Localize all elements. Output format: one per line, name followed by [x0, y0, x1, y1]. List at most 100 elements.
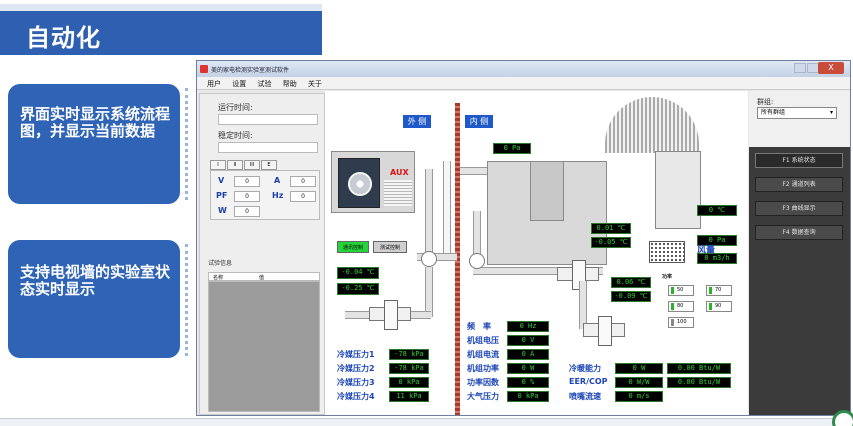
grid-col-name: 名称 [213, 275, 224, 281]
mid-temp-1: 0.06 ℃ [611, 277, 651, 288]
pressure-value-4: 11 kPa [389, 391, 429, 402]
eer-cop-value: 0 W/W [615, 377, 663, 388]
param-label-current: 机组电流 [467, 350, 499, 359]
chevron-down-icon: ▾ [829, 109, 833, 116]
power-legend: 功率 50 70 80 90 100 [662, 273, 748, 339]
pressure-value-3: 0 kPa [389, 377, 429, 388]
fan-icon [348, 172, 372, 196]
param-value-power-factor: 0 % [507, 377, 549, 388]
callout-tv-wall: 支持电视墙的实验室状态实时显示 [8, 240, 180, 358]
param-label-power-factor: 功率因数 [467, 378, 499, 387]
meter-label-pf: PF [216, 191, 228, 200]
condenser-fins [384, 180, 412, 206]
tab-phase-2[interactable]: II [227, 160, 243, 170]
expansion-valve-icon [369, 300, 411, 330]
bypass-valve-icon [583, 316, 625, 346]
left-panel: 运行时间: 稳定时间: I II III E V 0 A 0 PF 0 Hz 0… [199, 93, 325, 415]
slide-title: 自动化 [26, 24, 101, 52]
callout-divider [185, 244, 189, 356]
indoor-coil [530, 161, 564, 221]
airflow-readout: 0 m3/h [697, 253, 737, 264]
air-duct-coil [605, 97, 699, 153]
menu-user[interactable]: 用户 [207, 80, 221, 88]
legend-title: 功率 [662, 274, 673, 280]
pressure-label-2: 冷媒压力2 [337, 364, 375, 373]
param-value-power: 0 W [507, 363, 549, 374]
param-label-voltage: 机组电压 [467, 336, 499, 345]
outdoor-fan-grille [338, 158, 380, 208]
capacity-value-w: 0 W [615, 363, 663, 374]
legend-item-50: 50 [668, 285, 694, 296]
meter-value-w: 0 [234, 206, 260, 217]
nozzle-speed-value: 0 m/s [615, 391, 663, 402]
group-selector-area: 群组: 所有群组 ▾ [749, 91, 850, 147]
param-label-frequency: 频 率 [467, 322, 491, 331]
outside-label: 外 侧 [403, 115, 431, 128]
param-label-power: 机组功率 [467, 364, 499, 373]
nozzle-speed-label: 喷嘴流速 [569, 392, 601, 401]
pressure-value-2: -78 kPa [389, 363, 429, 374]
minimize-button[interactable] [794, 63, 806, 73]
meter-value-pf: 0 [234, 191, 260, 202]
corner-logo-icon [832, 410, 853, 426]
menu-help[interactable]: 帮助 [283, 80, 297, 88]
stable-time-label: 稳定时间: [218, 131, 253, 140]
meter-value-v: 0 [234, 176, 260, 187]
app-window: 美的家电检测实验室测试软件 X 用户 设置 试验 帮助 关于 运行时间: 稳定时… [196, 60, 851, 416]
tab-phase-3[interactable]: III [244, 160, 260, 170]
test-control-button[interactable]: 测试控制 [373, 241, 407, 253]
menu-bar: 用户 设置 试验 帮助 关于 [197, 77, 850, 90]
menu-settings[interactable]: 设置 [232, 80, 246, 88]
pressure-label-1: 冷媒压力1 [337, 350, 375, 359]
nav-system-status[interactable]: F1 系统状态 [755, 153, 843, 168]
param-value-voltage: 0 V [507, 335, 549, 346]
callout-divider [185, 88, 189, 200]
meter-label-hz: Hz [272, 191, 284, 200]
refrigerant-pipe [425, 169, 433, 259]
nav-curve-display[interactable]: F3 曲线显示 [755, 201, 843, 216]
legend-item-100: 100 [668, 317, 694, 328]
pressure-gauge-icon [469, 253, 485, 269]
menu-about[interactable]: 关于 [308, 80, 322, 88]
stable-time-field [218, 142, 318, 153]
eer-cop-label: EER/COP [569, 377, 608, 386]
meter-label-v: V [218, 176, 225, 185]
app-icon [200, 65, 208, 73]
comm-control-button[interactable]: 通讯控制 [337, 241, 369, 253]
right-nav-panel: 群组: 所有群组 ▾ F1 系统状态 F2 通道列表 F3 曲线显示 F4 数据查… [749, 91, 850, 415]
info-grid-body[interactable] [208, 281, 320, 412]
indoor-temp-1: 0.01 ℃ [591, 223, 631, 234]
close-button[interactable]: X [818, 62, 844, 74]
window-title: 美的家电检测实验室测试软件 [211, 67, 290, 74]
menu-test[interactable]: 试验 [257, 80, 271, 88]
tab-phase-1[interactable]: I [210, 160, 226, 170]
run-time-field [218, 114, 318, 125]
param-label-atm-pressure: 大气压力 [467, 392, 499, 401]
nozzle-vent-icon [649, 241, 685, 263]
refrigerant-pipe [425, 267, 433, 317]
pressure-value-1: -78 kPa [389, 349, 429, 360]
param-value-atm-pressure: 0 kPa [507, 391, 549, 402]
grid-col-value: 值 [259, 275, 265, 281]
mid-temp-2: -0.09 ℃ [611, 291, 651, 302]
group-label: 群组: [757, 98, 774, 106]
meter-label-a: A [274, 176, 281, 185]
air-sampler-hood [655, 151, 701, 229]
sampler-temp-readout: 0 ℃ [697, 205, 737, 216]
test-info-label: 试验信息 [208, 260, 233, 267]
indoor-pressure-readout: 0 Pa [493, 143, 531, 154]
capacity-label: 冷暖能力 [569, 364, 601, 373]
nav-data-query[interactable]: F4 数据查询 [755, 225, 843, 240]
refrigerant-pipe [579, 281, 587, 329]
outdoor-temp-1: -0.04 ℃ [337, 267, 379, 279]
brand-logo: AUX [390, 168, 409, 177]
window-titlebar: 美的家电检测实验室测试软件 X [197, 61, 850, 77]
callout-flowchart: 界面实时显示系统流程图，并显示当前数据 [8, 84, 180, 204]
system-flow-diagram: 外 侧 内 侧 AUX 通讯控制 测试控制 -0.04 ℃ -0.25 ℃ 0 … [325, 91, 748, 415]
nav-channel-list[interactable]: F2 通道列表 [755, 177, 843, 192]
pressure-label-4: 冷媒压力4 [337, 392, 375, 401]
capacity-value-btu: 0.00 Btu/W [667, 363, 731, 374]
group-select[interactable]: 所有群组 ▾ [757, 107, 837, 119]
tab-phase-e[interactable]: E [261, 160, 277, 170]
param-value-frequency: 0 Hz [507, 321, 549, 332]
